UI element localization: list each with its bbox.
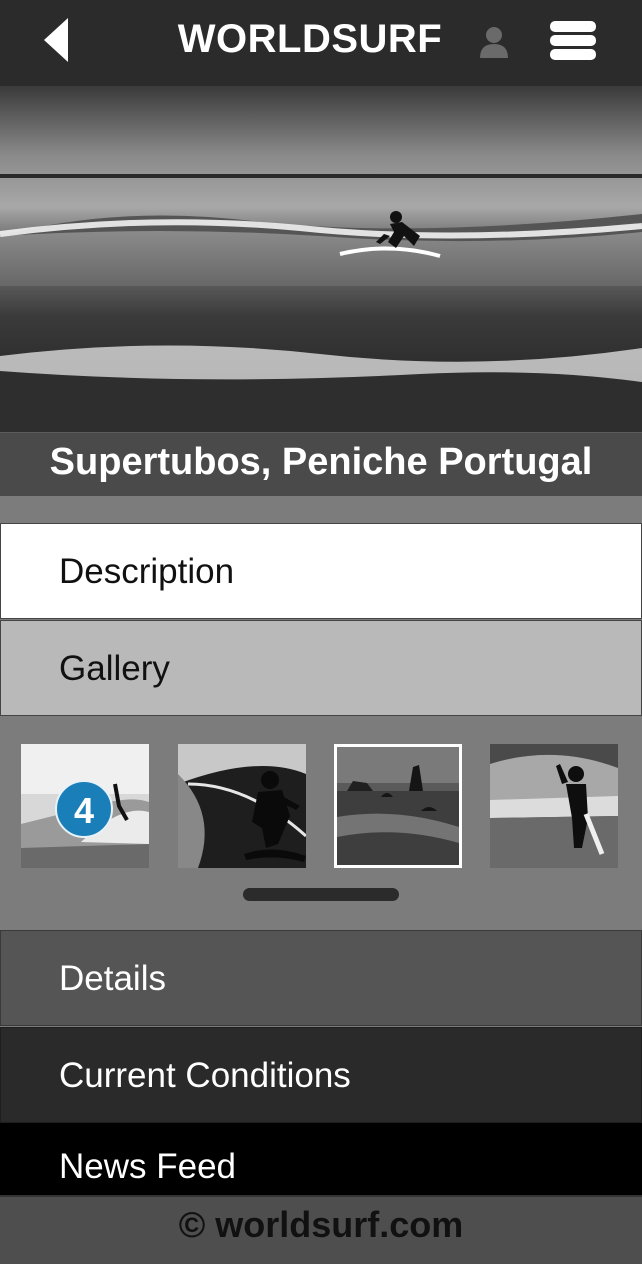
footer-copyright[interactable]: © worldsurf.com bbox=[179, 1197, 464, 1253]
gallery-thumbnail-surfer-silhouette[interactable] bbox=[178, 744, 306, 868]
spot-title-bar: Supertubos, Peniche Portugal bbox=[0, 432, 642, 496]
gallery-count-badge: 4 bbox=[55, 780, 113, 838]
hero-image bbox=[0, 86, 642, 432]
section-current-conditions[interactable]: Current Conditions bbox=[0, 1027, 642, 1123]
hamburger-menu-icon bbox=[550, 21, 596, 60]
spot-title: Supertubos, Peniche Portugal bbox=[49, 441, 593, 483]
gallery-scrollbar[interactable] bbox=[243, 888, 399, 901]
gallery-thumbnail-surfer-splash[interactable]: 4 bbox=[21, 744, 149, 868]
back-button[interactable] bbox=[38, 16, 78, 64]
section-details[interactable]: Details bbox=[0, 930, 642, 1026]
section-gallery[interactable]: Gallery bbox=[0, 620, 642, 716]
app-title: WORLDSURF bbox=[177, 17, 443, 61]
user-icon bbox=[480, 27, 508, 58]
menu-button[interactable] bbox=[548, 18, 600, 64]
chevron-left-icon bbox=[44, 18, 68, 62]
gallery-carousel: 4 bbox=[0, 716, 642, 930]
gallery-thumbnail-rocky-coast[interactable] bbox=[334, 744, 462, 868]
section-description[interactable]: Description bbox=[0, 523, 642, 619]
app-header: WORLDSURF bbox=[0, 0, 642, 86]
user-button[interactable] bbox=[478, 24, 510, 60]
gallery-thumbnail-surfer-woman[interactable] bbox=[490, 744, 618, 868]
section-news-feed[interactable]: News Feed bbox=[0, 1123, 642, 1203]
footer: © worldsurf.com bbox=[0, 1195, 642, 1264]
